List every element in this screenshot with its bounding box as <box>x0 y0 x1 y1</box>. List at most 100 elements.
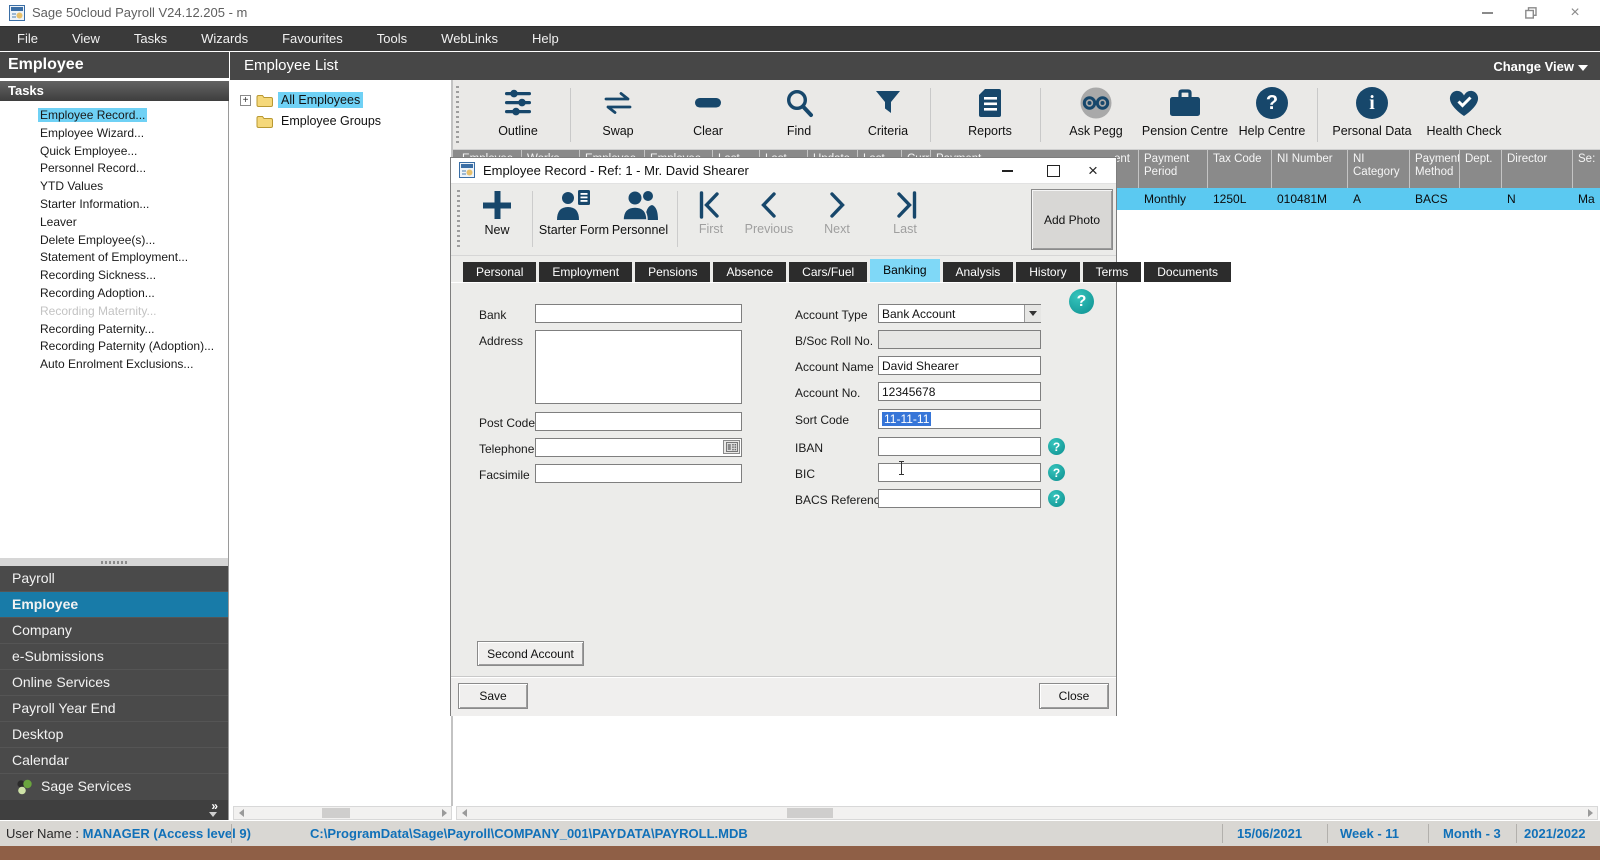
scroll-left-icon[interactable] <box>457 807 471 819</box>
second-account-button[interactable]: Second Account <box>477 641 584 666</box>
tree-item-all-employees[interactable]: + All Employees <box>240 92 364 108</box>
menu-favourites[interactable]: Favourites <box>265 27 360 51</box>
dropdown-arrow-icon[interactable] <box>1024 305 1041 322</box>
window-restore-icon[interactable] <box>1514 4 1548 22</box>
nav-company[interactable]: Company <box>0 618 228 644</box>
dialog-maximize-icon[interactable] <box>1038 162 1068 180</box>
scroll-thumb[interactable] <box>322 808 350 818</box>
starter-form-button[interactable]: Starter Form <box>539 190 609 237</box>
task-delete-employees[interactable]: Delete Employee(s)... <box>38 232 228 250</box>
task-personnel-record[interactable]: Personnel Record... <box>38 160 228 178</box>
menu-tasks[interactable]: Tasks <box>117 27 184 51</box>
menu-weblinks[interactable]: WebLinks <box>424 27 515 51</box>
column-header-se[interactable]: Se: <box>1572 150 1600 188</box>
dialog-close-icon[interactable]: × <box>1078 161 1108 180</box>
page-help-icon[interactable]: ? <box>1069 289 1094 314</box>
scroll-thumb[interactable] <box>787 808 833 818</box>
save-button[interactable]: Save <box>458 683 528 709</box>
last-record-button[interactable]: Last <box>879 191 931 236</box>
cell-director[interactable]: N <box>1501 188 1516 210</box>
task-starter-information[interactable]: Starter Information... <box>38 196 228 214</box>
cell-se[interactable]: Ma <box>1572 188 1595 210</box>
chevron-double-right-icon[interactable]: » <box>211 800 218 812</box>
outline-button[interactable]: Outline <box>474 86 562 146</box>
task-ytd-values[interactable]: YTD Values <box>38 178 228 196</box>
nav-desktop[interactable]: Desktop <box>0 722 228 748</box>
iban-field[interactable] <box>878 437 1041 456</box>
task-statement-of-employment[interactable]: Statement of Employment... <box>38 249 228 267</box>
postcode-field[interactable] <box>535 412 742 431</box>
add-photo-button[interactable]: Add Photo <box>1031 189 1113 250</box>
next-record-button[interactable]: Next <box>811 191 863 236</box>
menu-help[interactable]: Help <box>515 27 576 51</box>
tab-pensions[interactable]: Pensions <box>635 262 711 282</box>
dialog-minimize-icon[interactable] <box>992 162 1022 180</box>
cell-ni-category[interactable]: A <box>1347 188 1361 210</box>
tree-item-label[interactable]: All Employees <box>278 92 364 108</box>
scroll-left-icon[interactable] <box>234 807 248 819</box>
menu-view[interactable]: View <box>55 27 117 51</box>
task-employee-wizard[interactable]: Employee Wizard... <box>38 125 228 143</box>
nav-sage-services[interactable]: Sage Services <box>0 774 228 799</box>
sidebar-splitter[interactable] <box>0 558 229 566</box>
tree-item-label[interactable]: Employee Groups <box>278 113 384 129</box>
clear-button[interactable]: Clear <box>664 86 752 146</box>
bic-help-icon[interactable]: ? <box>1048 464 1065 481</box>
tab-analysis[interactable]: Analysis <box>942 262 1014 282</box>
column-header-director[interactable]: Director <box>1501 150 1572 188</box>
criteria-button[interactable]: Criteria <box>844 86 932 146</box>
iban-help-icon[interactable]: ? <box>1048 438 1065 455</box>
nav-e-submissions[interactable]: e-Submissions <box>0 644 228 670</box>
account-name-field[interactable]: David Shearer <box>878 356 1041 375</box>
window-minimize-icon[interactable] <box>1470 4 1504 22</box>
task-recording-adoption[interactable]: Recording Adoption... <box>38 285 228 303</box>
personal-data-button[interactable]: i Personal Data <box>1328 86 1416 146</box>
phone-dial-icon[interactable] <box>723 440 740 454</box>
telephone-field[interactable] <box>535 438 742 457</box>
close-button[interactable]: Close <box>1039 683 1109 709</box>
chevron-down-icon[interactable] <box>1578 65 1588 71</box>
toolbar-grip[interactable] <box>456 86 459 144</box>
task-leaver[interactable]: Leaver <box>38 214 228 232</box>
change-view-button[interactable]: Change View <box>1493 59 1574 74</box>
account-no-field[interactable]: 12345678 <box>878 382 1041 401</box>
help-centre-button[interactable]: ? Help Centre <box>1228 86 1316 146</box>
find-button[interactable]: Find <box>755 86 843 146</box>
menu-tools[interactable]: Tools <box>360 27 424 51</box>
tab-history[interactable]: History <box>1016 262 1080 282</box>
reports-button[interactable]: Reports <box>946 86 1034 146</box>
task-auto-enrolment-exclusions[interactable]: Auto Enrolment Exclusions... <box>38 356 228 374</box>
first-record-button[interactable]: First <box>685 191 737 236</box>
nav-employee[interactable]: Employee <box>0 592 228 618</box>
list-hscrollbar[interactable] <box>456 806 1598 820</box>
task-employee-record[interactable]: Employee Record... <box>38 107 228 125</box>
ask-pegg-button[interactable]: Ask Pegg <box>1052 86 1140 146</box>
scroll-right-icon[interactable] <box>1583 807 1597 819</box>
cell-tax-code[interactable]: 1250L <box>1207 188 1246 210</box>
window-close-icon[interactable]: × <box>1558 4 1592 22</box>
task-recording-paternity[interactable]: Recording Paternity... <box>38 321 228 339</box>
cell-payment-method[interactable]: BACS <box>1409 188 1448 210</box>
pension-centre-button[interactable]: Pension Centre <box>1139 86 1231 146</box>
nav-payroll-year-end[interactable]: Payroll Year End <box>0 696 228 722</box>
tree-hscrollbar[interactable] <box>233 806 452 820</box>
tab-documents[interactable]: Documents <box>1144 262 1231 282</box>
expand-icon[interactable]: + <box>240 94 251 106</box>
tree-item-employee-groups[interactable]: Employee Groups <box>256 113 384 129</box>
nav-calendar[interactable]: Calendar <box>0 748 228 774</box>
scroll-right-icon[interactable] <box>437 807 451 819</box>
column-header-ni-category[interactable]: NI Category <box>1347 150 1409 188</box>
previous-record-button[interactable]: Previous <box>739 191 799 236</box>
sort-code-field[interactable]: 11-11-11 <box>878 409 1041 429</box>
tab-cars-fuel[interactable]: Cars/Fuel <box>789 262 868 282</box>
toolbar-grip[interactable] <box>457 190 460 248</box>
account-type-select[interactable]: Bank Account <box>878 304 1041 323</box>
tab-absence[interactable]: Absence <box>713 262 787 282</box>
personnel-button[interactable]: Personnel <box>609 190 671 237</box>
health-check-button[interactable]: Health Check <box>1420 86 1508 146</box>
bic-field[interactable] <box>878 463 1041 482</box>
tab-terms[interactable]: Terms <box>1082 262 1142 282</box>
new-button[interactable]: New <box>471 190 523 237</box>
cell-payment-period[interactable]: Monthly <box>1138 188 1186 210</box>
menu-file[interactable]: File <box>0 27 55 51</box>
